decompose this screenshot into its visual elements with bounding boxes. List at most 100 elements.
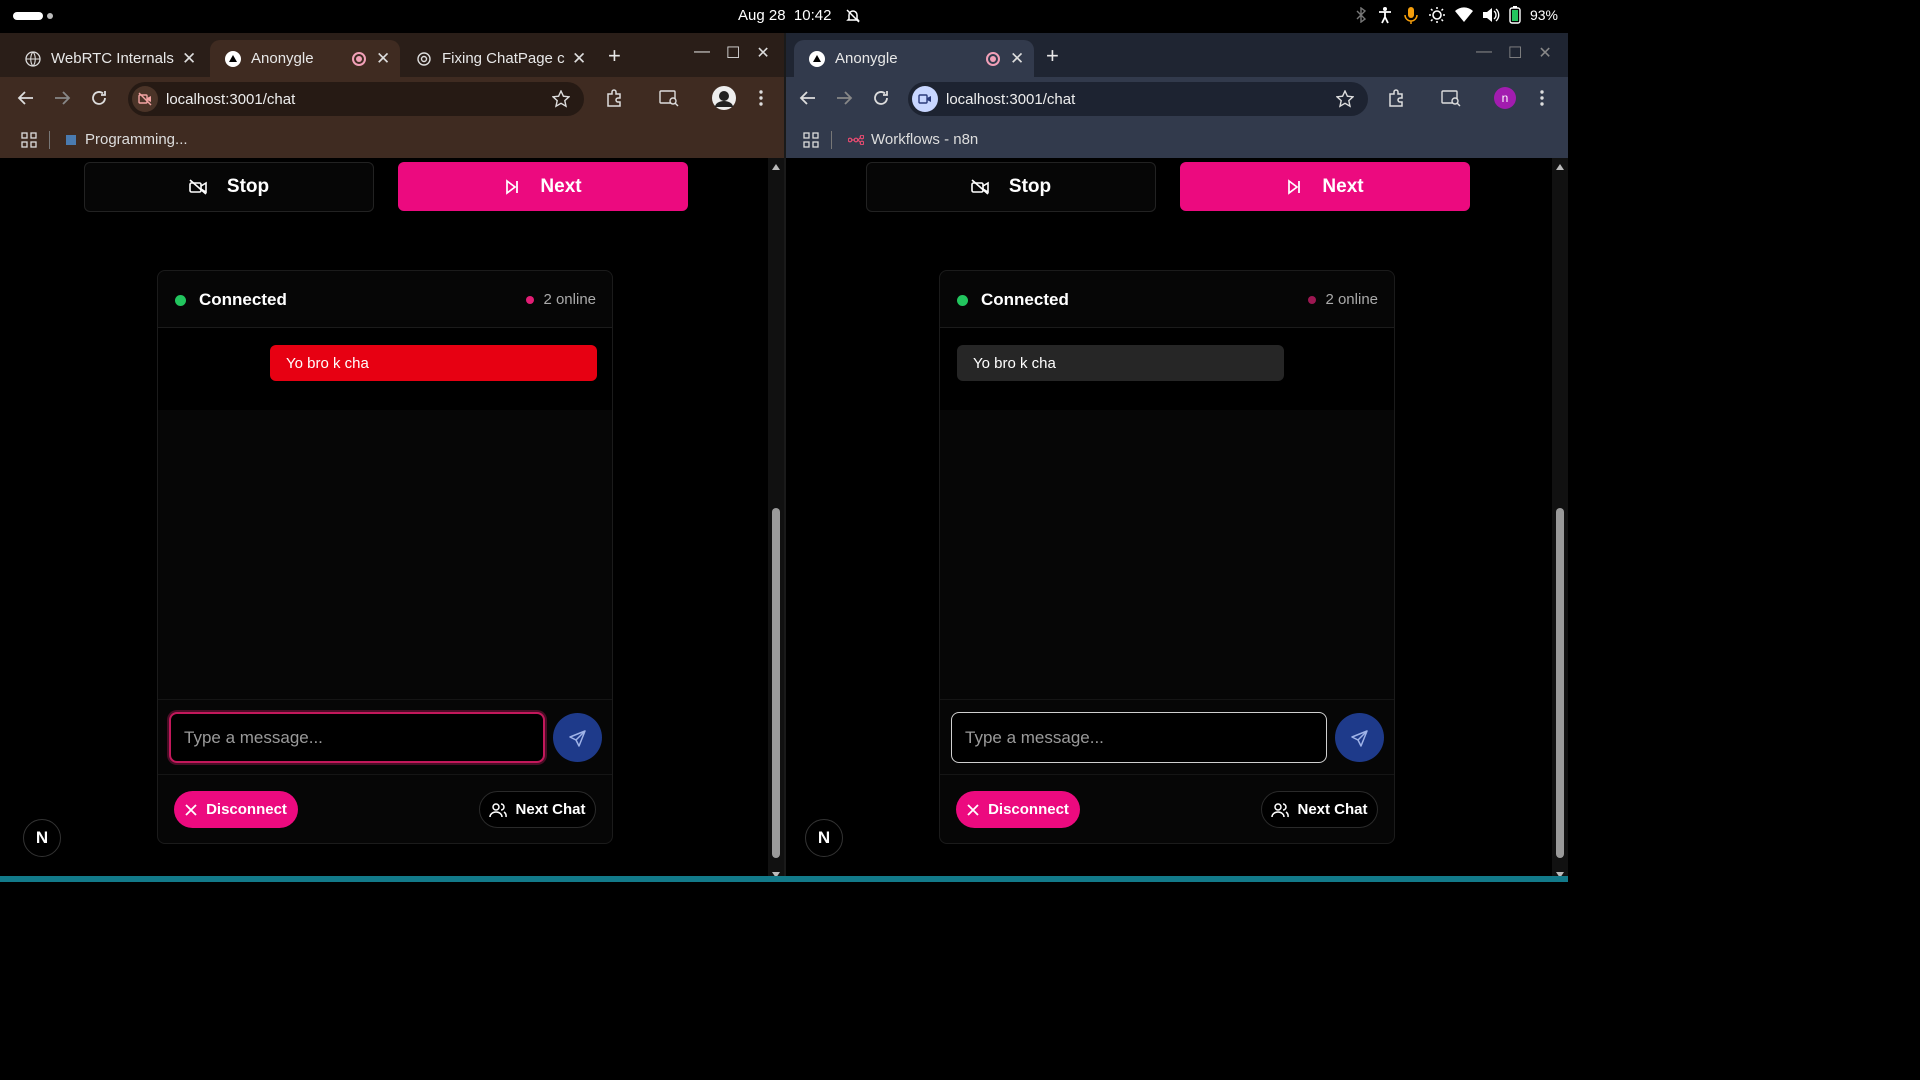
chat-actions: Disconnect Next Chat <box>940 774 1394 843</box>
tab-search-icon[interactable] <box>659 89 679 107</box>
clock[interactable]: Aug 28 10:42 <box>738 7 831 24</box>
scroll-up-arrow[interactable] <box>1556 164 1564 170</box>
forward-icon[interactable] <box>53 89 71 107</box>
tab-strip: WebRTC Internals ✕ Anonygle ✕ Fixing Cha… <box>0 33 784 77</box>
extensions-icon[interactable] <box>1387 89 1405 107</box>
nextjs-dev-badge[interactable]: N <box>805 819 843 857</box>
bookmark-star-icon[interactable] <box>1336 90 1354 108</box>
scrollbar[interactable] <box>768 158 784 882</box>
close-icon <box>967 803 979 816</box>
next-chat-button[interactable]: Next Chat <box>479 791 596 828</box>
apps-grid-icon[interactable] <box>803 131 819 148</box>
next-chat-label: Next Chat <box>515 801 586 818</box>
menu-kebab-icon[interactable] <box>1539 89 1545 107</box>
stop-button[interactable]: Stop <box>866 162 1156 212</box>
video-off-icon <box>971 179 989 195</box>
online-count: 2 online <box>1308 291 1378 308</box>
url-text: localhost:3001/chat <box>946 90 1076 108</box>
workspace-dot[interactable] <box>47 13 53 19</box>
send-icon <box>1350 729 1369 747</box>
bookmark-workflows-n8n[interactable]: Workflows - n8n <box>848 131 978 148</box>
menu-kebab-icon[interactable] <box>758 89 764 107</box>
send-icon <box>568 729 587 747</box>
stop-button[interactable]: Stop <box>84 162 374 212</box>
bookmark-separator <box>49 130 50 149</box>
volume-icon <box>1482 7 1500 23</box>
next-chat-label: Next Chat <box>1297 801 1368 818</box>
send-button[interactable] <box>553 713 602 762</box>
camera-in-use-icon[interactable] <box>132 86 158 112</box>
notifications-muted-icon[interactable] <box>845 8 861 24</box>
maximize-icon[interactable]: ☐ <box>726 43 740 63</box>
tab-anonygle[interactable]: Anonygle ✕ <box>794 40 1034 77</box>
bookmark-label: Workflows - n8n <box>871 131 979 148</box>
tab-webrtc-internals[interactable]: WebRTC Internals ✕ <box>10 40 210 77</box>
close-tab-icon[interactable]: ✕ <box>376 49 390 69</box>
online-text: 2 online <box>1325 291 1378 308</box>
tab-anonygle[interactable]: Anonygle ✕ <box>210 40 400 77</box>
online-text: 2 online <box>543 291 596 308</box>
bookmark-programming[interactable]: Programming... <box>66 131 188 148</box>
profile-avatar[interactable] <box>712 86 736 110</box>
url-text: localhost:3001/chat <box>166 90 296 108</box>
extensions-icon[interactable] <box>605 89 623 107</box>
users-icon <box>1271 802 1290 818</box>
workspace-indicator[interactable] <box>13 12 43 20</box>
send-button[interactable] <box>1335 713 1384 762</box>
tab-title: Fixing ChatPage c <box>442 50 565 67</box>
minimize-icon[interactable]: — <box>694 43 710 63</box>
next-label: Next <box>540 175 582 197</box>
tab-fixing-chatpage[interactable]: Fixing ChatPage c ✕ <box>401 40 597 77</box>
camera-in-use-icon[interactable] <box>912 86 938 112</box>
next-chat-button[interactable]: Next Chat <box>1261 791 1378 828</box>
users-icon <box>489 802 508 818</box>
forward-icon[interactable] <box>835 89 853 107</box>
recording-icon <box>986 52 1000 66</box>
maximize-icon[interactable]: ☐ <box>1508 43 1522 63</box>
scrollbar-thumb[interactable] <box>772 508 780 858</box>
disconnect-button[interactable]: Disconnect <box>956 791 1080 828</box>
address-bar[interactable]: localhost:3001/chat <box>908 82 1368 116</box>
scroll-up-arrow[interactable] <box>772 164 780 170</box>
close-tab-icon[interactable]: ✕ <box>1010 49 1024 69</box>
wifi-icon <box>1454 7 1473 23</box>
globe-icon <box>24 50 42 68</box>
profile-avatar[interactable]: n <box>1494 87 1516 109</box>
close-window-icon[interactable]: ✕ <box>1538 43 1551 63</box>
back-icon[interactable] <box>799 89 817 107</box>
window-controls: — ☐ ✕ <box>694 43 770 63</box>
n8n-icon <box>848 134 864 145</box>
microphone-icon <box>1403 6 1419 24</box>
browser-window-left: WebRTC Internals ✕ Anonygle ✕ Fixing Cha… <box>0 33 784 882</box>
browser-toolbar: localhost:3001/chat n <box>786 77 1568 121</box>
apps-grid-icon[interactable] <box>21 131 37 148</box>
online-dot <box>1308 295 1317 304</box>
scrollbar[interactable] <box>1552 158 1568 882</box>
message-input[interactable] <box>169 712 545 763</box>
bookmark-separator <box>831 130 832 149</box>
close-tab-icon[interactable]: ✕ <box>572 49 586 69</box>
desktop-background-strip <box>0 876 1568 882</box>
tab-title: WebRTC Internals <box>51 50 174 67</box>
disconnect-button[interactable]: Disconnect <box>174 791 298 828</box>
reload-icon[interactable] <box>90 89 108 107</box>
next-button[interactable]: Next <box>1180 162 1470 211</box>
new-tab-icon[interactable]: + <box>608 43 621 69</box>
bookmark-star-icon[interactable] <box>552 90 570 108</box>
system-tray[interactable]: 93% <box>1355 6 1558 24</box>
close-tab-icon[interactable]: ✕ <box>182 49 196 69</box>
back-icon[interactable] <box>17 89 35 107</box>
nextjs-dev-badge[interactable]: N <box>23 819 61 857</box>
address-bar[interactable]: localhost:3001/chat <box>128 82 584 116</box>
next-button[interactable]: Next <box>398 162 688 211</box>
stop-label: Stop <box>226 176 270 197</box>
message-input[interactable] <box>951 712 1327 763</box>
tab-search-icon[interactable] <box>1441 89 1461 107</box>
scrollbar-thumb[interactable] <box>1556 508 1564 858</box>
reload-icon[interactable] <box>872 89 890 107</box>
new-tab-icon[interactable]: + <box>1046 43 1059 69</box>
date-text: Aug 28 <box>738 7 786 24</box>
close-window-icon[interactable]: ✕ <box>756 43 769 63</box>
bookmarks-bar: Workflows - n8n <box>786 121 1568 158</box>
minimize-icon[interactable]: — <box>1476 43 1492 63</box>
